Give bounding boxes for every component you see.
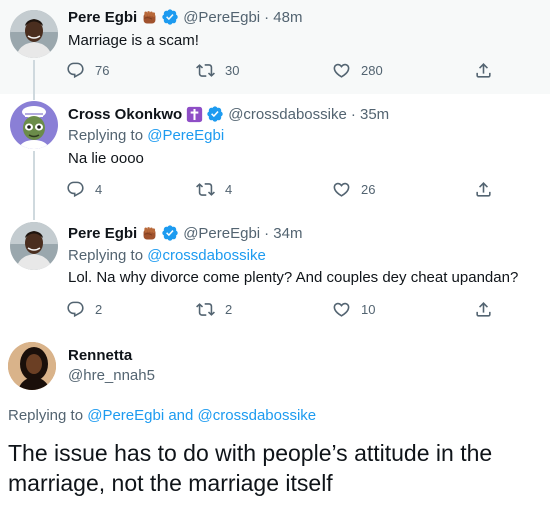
tweet-actions: 76 30 280 <box>62 61 502 81</box>
user-handle[interactable]: @PereEgbi <box>183 225 260 242</box>
retweet-count: 2 <box>225 302 233 317</box>
thread-line <box>33 94 35 100</box>
tweet-text: Na lie oooo <box>68 150 144 167</box>
avatar-rennetta[interactable] <box>8 342 56 390</box>
tweet-text: The issue has to do with people’s attitu… <box>8 440 493 496</box>
heart-icon <box>332 180 351 199</box>
like-button[interactable]: 26 <box>332 180 375 199</box>
mention-link[interactable]: @PereEgbi <box>87 407 164 424</box>
display-name[interactable]: Rennetta <box>68 347 132 364</box>
timestamp[interactable]: · 35m <box>351 106 389 123</box>
mention-link[interactable]: @crossdabossike <box>198 407 317 424</box>
tweet-actions: 4 4 26 <box>62 180 502 200</box>
verified-badge-icon <box>161 224 179 242</box>
tweet-text: Lol. Na why divorce come plenty? And cou… <box>68 269 519 286</box>
tweet-header: Cross Okonkwo @crossdabossike · 35m <box>68 105 389 123</box>
reply-button[interactable]: 76 <box>66 61 109 80</box>
user-handle[interactable]: @crossdabossike <box>228 106 347 123</box>
replying-to: Replying to @crossdabossike <box>68 247 266 264</box>
reply-icon <box>66 180 85 199</box>
tweet-2[interactable]: Cross Okonkwo @crossdabossike · 35m Repl… <box>0 94 550 212</box>
timestamp[interactable]: · 48m <box>264 9 302 26</box>
like-count: 10 <box>361 302 376 317</box>
raised-fist-emoji-icon <box>141 9 158 26</box>
like-button[interactable]: 280 <box>332 61 383 80</box>
share-icon <box>474 300 493 319</box>
and-text: and <box>168 407 194 424</box>
heart-icon <box>332 300 351 319</box>
tweet-1[interactable]: Pere Egbi @PereEgbi · 48m Marriage is a … <box>0 0 550 94</box>
mention-link[interactable]: @PereEgbi <box>147 127 224 144</box>
retweet-icon <box>196 300 215 319</box>
tweet-text: Marriage is a scam! <box>68 32 199 49</box>
retweet-count: 4 <box>225 182 233 197</box>
thread-line <box>33 212 35 220</box>
display-name[interactable]: Cross Okonkwo <box>68 106 182 123</box>
avatar-cross-okonkwo[interactable] <box>10 101 58 149</box>
like-count: 280 <box>361 63 383 78</box>
retweet-button[interactable]: 4 <box>196 180 232 199</box>
replying-to: Replying to @PereEgbi and @crossdabossik… <box>8 407 316 424</box>
tweet-header: Pere Egbi @PereEgbi · 48m <box>68 8 302 26</box>
share-icon <box>474 180 493 199</box>
reply-count: 4 <box>95 182 103 197</box>
replying-to-label: Replying to <box>68 127 144 144</box>
replying-to: Replying to @PereEgbi <box>68 127 224 144</box>
retweet-count: 30 <box>225 63 240 78</box>
display-name[interactable]: Pere Egbi <box>68 225 137 242</box>
latin-cross-emoji-icon <box>186 106 203 123</box>
reply-button[interactable]: 2 <box>66 300 102 319</box>
display-name[interactable]: Pere Egbi <box>68 9 137 26</box>
heart-icon <box>332 61 351 80</box>
avatar-pere-egbi[interactable] <box>10 222 58 270</box>
verified-badge-icon <box>206 105 224 123</box>
retweet-icon <box>196 61 215 80</box>
raised-fist-emoji-icon <box>141 225 158 242</box>
mention-link[interactable]: @crossdabossike <box>147 247 266 264</box>
thread-line <box>33 151 35 212</box>
reply-button[interactable]: 4 <box>66 180 102 199</box>
share-icon <box>474 61 493 80</box>
user-handle[interactable]: @PereEgbi <box>183 9 260 26</box>
replying-to-label: Replying to <box>8 407 84 424</box>
timestamp[interactable]: · 34m <box>264 225 302 242</box>
reply-icon <box>66 300 85 319</box>
thread-line <box>33 60 35 94</box>
retweet-button[interactable]: 2 <box>196 300 232 319</box>
share-button[interactable] <box>474 300 493 319</box>
retweet-icon <box>196 180 215 199</box>
verified-badge-icon <box>161 8 179 26</box>
tweet-header: Pere Egbi @PereEgbi · 34m <box>68 224 302 242</box>
replying-to-label: Replying to <box>68 247 144 264</box>
tweet-actions: 2 2 10 <box>62 300 502 320</box>
share-button[interactable] <box>474 61 493 80</box>
reply-icon <box>66 61 85 80</box>
reply-count: 2 <box>95 302 103 317</box>
avatar-pere-egbi[interactable] <box>10 10 58 58</box>
like-button[interactable]: 10 <box>332 300 375 319</box>
focused-tweet: Rennetta @hre_nnah5 Replying to @PereEgb… <box>0 330 550 507</box>
like-count: 26 <box>361 182 376 197</box>
reply-count: 76 <box>95 63 110 78</box>
retweet-button[interactable]: 30 <box>196 61 239 80</box>
user-handle[interactable]: @hre_nnah5 <box>68 367 155 384</box>
tweet-3[interactable]: Pere Egbi @PereEgbi · 34m Replying to @c… <box>0 212 550 330</box>
share-button[interactable] <box>474 180 493 199</box>
